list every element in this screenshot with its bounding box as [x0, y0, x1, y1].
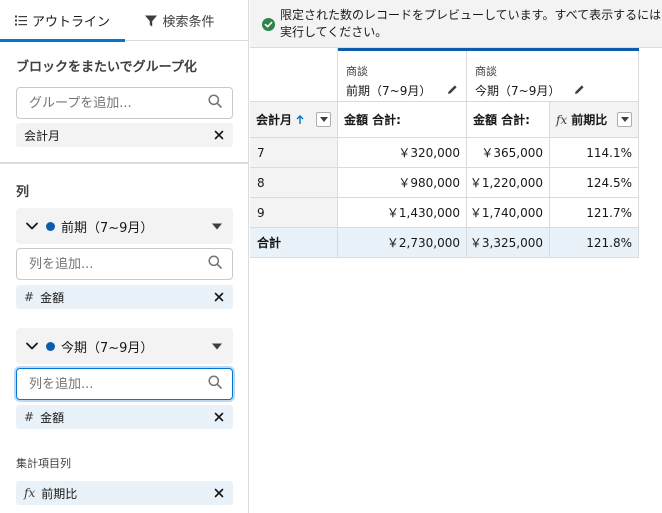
fx-icon: fx: [24, 486, 36, 500]
table-cell-ratio: 124.5%: [550, 168, 639, 198]
block-header-current-table: 商談 今期（7~9月）: [467, 51, 639, 102]
table-cell-ratio: 121.7%: [550, 198, 639, 228]
block-color-marker: [46, 221, 55, 231]
block-object: 商談: [346, 65, 368, 78]
column-header-fiscal-month[interactable]: 会計月: [250, 102, 338, 138]
funnel-icon: [145, 15, 158, 27]
block-header-previous[interactable]: 前期（7~9月）: [16, 208, 233, 244]
block-name: 前期（7~9月）: [61, 220, 154, 236]
tab-outline-label: アウトライン: [31, 15, 110, 30]
fx-icon: fx: [556, 112, 568, 127]
check-circle-icon: [262, 18, 275, 36]
table-cell-current: ￥1,740,000: [467, 198, 550, 228]
search-icon: [208, 375, 222, 393]
preview-notice-text: 限定された数のレコードをプレビューしています。すべて表示するには 実行してくださ…: [280, 7, 662, 41]
column-header-ratio[interactable]: fx 前期比: [550, 102, 639, 138]
table-cell-current: ￥1,220,000: [467, 168, 550, 198]
column-header-label: 金額 合計:: [344, 113, 401, 127]
column-search-field-previous[interactable]: [16, 248, 233, 280]
caret-down-icon[interactable]: [211, 339, 223, 354]
summary-columns-title: 集計項目列: [16, 457, 71, 470]
table-cell-previous: ￥980,000: [338, 168, 467, 198]
column-menu-button[interactable]: [316, 112, 331, 127]
table-cell-previous: ￥320,000: [338, 138, 467, 168]
column-header-amount-sum-current[interactable]: 金額 合計:: [467, 102, 550, 138]
table-cell-ratio: 114.1%: [550, 138, 639, 168]
table-total-current: ￥3,325,000: [467, 228, 550, 258]
block-header-current[interactable]: 今期（7~9月）: [16, 328, 233, 364]
column-header-label: 金額 合計:: [473, 113, 530, 127]
list-icon: [14, 15, 27, 26]
table-row-label: 7: [250, 138, 338, 168]
group-rows-title: ブロックをまたいでグループ化: [16, 60, 197, 75]
column-search-input[interactable]: [29, 376, 208, 392]
block-header-previous-table: 商談 前期（7~9月）: [338, 51, 467, 102]
table-total-label: 合計: [250, 228, 338, 258]
column-header-label: 前期比: [571, 113, 608, 127]
columns-title: 列: [16, 185, 30, 200]
column-search-input[interactable]: [29, 256, 208, 272]
tab-outline[interactable]: アウトライン: [0, 0, 125, 42]
preview-notice: 限定された数のレコードをプレビューしています。すべて表示するには 実行してくださ…: [250, 0, 662, 48]
table-total-ratio: 121.8%: [550, 228, 639, 258]
block-name: 今期（7~9月）: [61, 340, 154, 356]
column-pill-amount-current: # 金額: [16, 405, 233, 429]
column-header-amount-sum-previous[interactable]: 金額 合計:: [338, 102, 467, 138]
outline-panel: アウトライン 検索条件 ブロックをまたいでグループ化 会計月 列 前期（7~9月…: [0, 0, 249, 513]
preview-notice-line2: 実行してください。: [280, 25, 388, 39]
panel-tabs: アウトライン 検索条件: [0, 0, 249, 42]
group-search-field[interactable]: [16, 87, 233, 119]
table-row-label: 9: [250, 198, 338, 228]
close-icon[interactable]: [213, 411, 225, 423]
preview-notice-line1: 限定された数のレコードをプレビューしています。すべて表示するには: [280, 8, 662, 22]
search-icon: [208, 255, 222, 273]
close-icon[interactable]: [213, 291, 225, 303]
block-title: 今期（7~9月）: [475, 84, 561, 98]
summary-pill-ratio: fx 前期比: [16, 481, 233, 505]
arrow-up-icon[interactable]: [296, 114, 304, 125]
caret-down-icon[interactable]: [211, 219, 223, 234]
block-color-marker: [46, 341, 55, 351]
pencil-icon[interactable]: [447, 84, 458, 98]
column-search-field-current[interactable]: [16, 368, 233, 400]
column-pill-label: 金額: [40, 410, 65, 425]
table-row-label: 8: [250, 168, 338, 198]
table-cell-current: ￥365,000: [467, 138, 550, 168]
group-search-input[interactable]: [29, 95, 208, 111]
search-icon: [208, 94, 222, 112]
tab-filters-label: 検索条件: [162, 15, 215, 30]
column-pill-amount-previous: # 金額: [16, 285, 233, 309]
block-title: 前期（7~9月）: [346, 84, 432, 98]
section-divider: [0, 162, 249, 164]
chevron-down-icon[interactable]: [26, 339, 38, 354]
group-pill-fiscal-month: 会計月: [16, 123, 233, 147]
group-pill-label: 会計月: [24, 128, 61, 143]
hash-icon: #: [24, 410, 35, 424]
chevron-down-icon[interactable]: [26, 219, 38, 234]
table-total-previous: ￥2,730,000: [338, 228, 467, 258]
column-header-label: 会計月: [256, 113, 293, 127]
pencil-icon[interactable]: [574, 84, 585, 98]
column-pill-label: 金額: [40, 290, 65, 305]
close-icon[interactable]: [213, 487, 225, 499]
table-corner: [250, 48, 338, 102]
column-menu-button[interactable]: [617, 112, 632, 127]
tab-filters[interactable]: 検索条件: [125, 0, 235, 41]
summary-pill-label: 前期比: [41, 486, 78, 501]
block-object: 商談: [475, 65, 497, 78]
close-icon[interactable]: [213, 129, 225, 141]
table-cell-previous: ￥1,430,000: [338, 198, 467, 228]
hash-icon: #: [24, 290, 35, 304]
